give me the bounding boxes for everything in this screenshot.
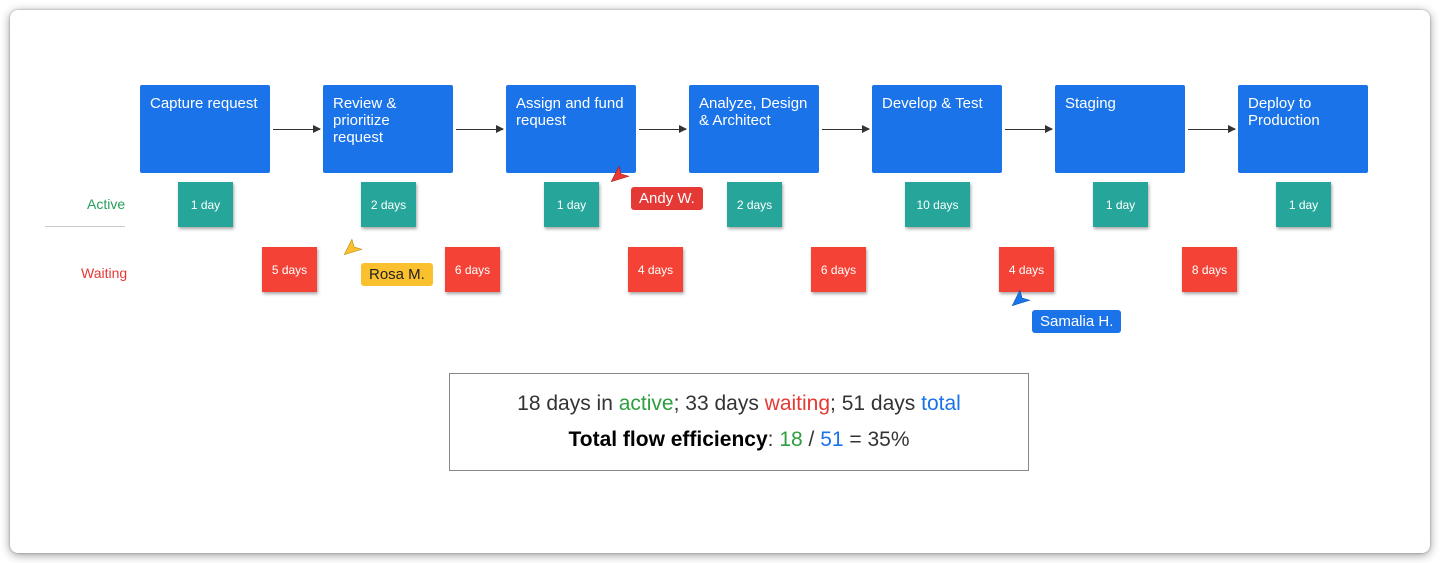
arrow-icon — [639, 129, 686, 130]
summary-line-2: Total flow efficiency: 18 / 51 = 35% — [490, 428, 988, 452]
waiting-day-1[interactable]: 6 days — [445, 247, 500, 292]
active-day-4[interactable]: 10 days — [905, 182, 970, 227]
cursor-label-samalia[interactable]: Samalia H. — [1032, 310, 1121, 333]
stage-label: Staging — [1065, 95, 1116, 112]
arrow-icon — [273, 129, 320, 130]
stage-deploy-production[interactable]: Deploy to Production — [1238, 85, 1368, 173]
active-day-6[interactable]: 1 day — [1276, 182, 1331, 227]
stage-label: Assign and fund request — [516, 95, 624, 129]
cursor-rosa-icon — [342, 236, 364, 258]
row-label-active: Active — [87, 196, 125, 212]
stage-label: Deploy to Production — [1248, 95, 1320, 129]
stage-review-prioritize[interactable]: Review & prioritize request — [323, 85, 453, 173]
arrow-icon — [822, 129, 869, 130]
arrow-icon — [456, 129, 503, 130]
cursor-andy-icon — [609, 163, 631, 185]
divider-rows — [45, 226, 125, 227]
active-day-1[interactable]: 2 days — [361, 182, 416, 227]
diagram-frame: Active Waiting Capture request 1 day 5 d… — [10, 10, 1430, 553]
stage-assign-fund[interactable]: Assign and fund request — [506, 85, 636, 173]
waiting-day-3[interactable]: 6 days — [811, 247, 866, 292]
arrow-icon — [1005, 129, 1052, 130]
waiting-day-5[interactable]: 8 days — [1182, 247, 1237, 292]
cursor-label-andy[interactable]: Andy W. — [631, 187, 703, 210]
active-day-5[interactable]: 1 day — [1093, 182, 1148, 227]
stage-develop-test[interactable]: Develop & Test — [872, 85, 1002, 173]
cursor-samalia-icon — [1010, 287, 1032, 309]
active-day-2[interactable]: 1 day — [544, 182, 599, 227]
row-label-waiting: Waiting — [81, 265, 127, 281]
active-day-3[interactable]: 2 days — [727, 182, 782, 227]
summary-line-1: 18 days in active; 33 days waiting; 51 d… — [490, 392, 988, 416]
arrow-icon — [1188, 129, 1235, 130]
stage-label: Review & prioritize request — [333, 95, 396, 146]
summary-panel: 18 days in active; 33 days waiting; 51 d… — [449, 373, 1029, 471]
active-day-0[interactable]: 1 day — [178, 182, 233, 227]
stage-analyze-design[interactable]: Analyze, Design & Architect — [689, 85, 819, 173]
cursor-label-rosa[interactable]: Rosa M. — [361, 263, 433, 286]
stage-staging[interactable]: Staging — [1055, 85, 1185, 173]
stage-label: Develop & Test — [882, 95, 983, 112]
waiting-day-4[interactable]: 4 days — [999, 247, 1054, 292]
stage-label: Analyze, Design & Architect — [699, 95, 807, 129]
waiting-day-2[interactable]: 4 days — [628, 247, 683, 292]
waiting-day-0[interactable]: 5 days — [262, 247, 317, 292]
stage-capture-request[interactable]: Capture request — [140, 85, 270, 173]
stage-label: Capture request — [150, 95, 258, 112]
